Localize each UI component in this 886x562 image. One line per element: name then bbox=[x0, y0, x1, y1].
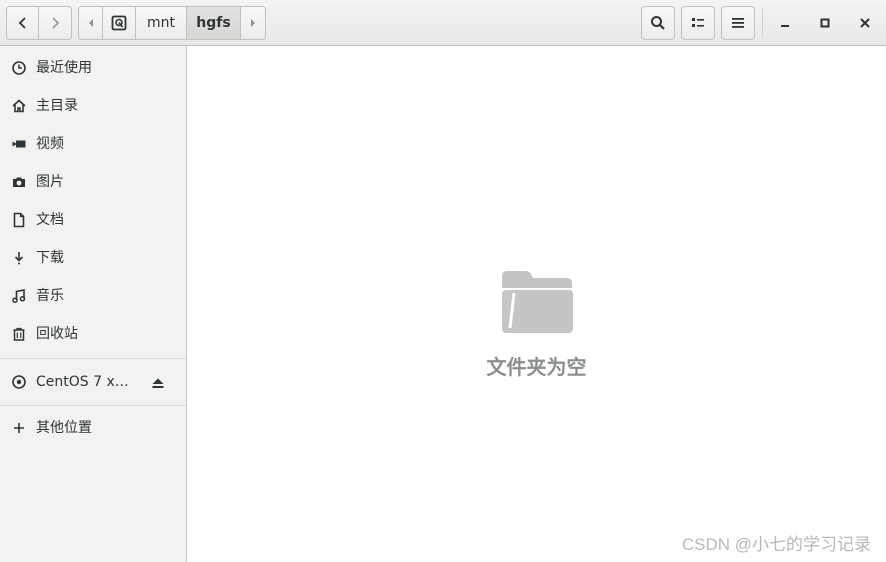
sidebar-item-videos[interactable]: 视频 bbox=[0, 125, 186, 163]
chevron-left-icon bbox=[18, 17, 26, 29]
sidebar-item-device[interactable]: CentOS 7 x… bbox=[0, 363, 186, 401]
camera-icon bbox=[11, 174, 27, 190]
search-icon bbox=[651, 16, 665, 30]
sidebar-item-other-locations[interactable]: 其他位置 bbox=[0, 409, 186, 447]
video-camera-icon bbox=[11, 136, 27, 152]
forward-button[interactable] bbox=[39, 6, 72, 40]
menu-button[interactable] bbox=[721, 6, 755, 40]
header-bar: mnt hgfs bbox=[0, 0, 886, 46]
sidebar-item-label: 其他位置 bbox=[36, 420, 92, 436]
sidebar-item-recent[interactable]: 最近使用 bbox=[0, 49, 186, 87]
path-scroll-left-button[interactable] bbox=[78, 6, 103, 40]
path-segment-hgfs[interactable]: hgfs bbox=[187, 6, 241, 40]
sidebar-item-label: 回收站 bbox=[36, 326, 78, 342]
minimize-button[interactable] bbox=[768, 6, 802, 40]
sidebar-item-pictures[interactable]: 图片 bbox=[0, 163, 186, 201]
sidebar-item-downloads[interactable]: 下载 bbox=[0, 239, 186, 277]
sidebar-item-label: 音乐 bbox=[36, 288, 64, 304]
sidebar-separator bbox=[0, 358, 186, 359]
sidebar-item-label: 文档 bbox=[36, 212, 64, 228]
file-view[interactable]: 文件夹为空 CSDN @小七的学习记录 bbox=[187, 46, 886, 562]
sidebar-item-music[interactable]: 音乐 bbox=[0, 277, 186, 315]
path-root-button[interactable] bbox=[103, 6, 136, 40]
download-icon bbox=[11, 250, 27, 266]
path-scroll-right-button[interactable] bbox=[241, 6, 266, 40]
sidebar-item-label: 图片 bbox=[36, 174, 64, 190]
view-mode-button[interactable] bbox=[681, 6, 715, 40]
sidebar-item-documents[interactable]: 文档 bbox=[0, 201, 186, 239]
sidebar-item-label: 下载 bbox=[36, 250, 64, 266]
path-bar: mnt hgfs bbox=[78, 6, 266, 40]
chevron-right-icon bbox=[52, 17, 60, 29]
drive-icon bbox=[111, 15, 127, 31]
navigation-buttons bbox=[6, 6, 72, 40]
sidebar-item-label: 主目录 bbox=[36, 98, 78, 114]
sidebar-item-trash[interactable]: 回收站 bbox=[0, 315, 186, 353]
sidebar-item-label: CentOS 7 x… bbox=[36, 374, 129, 390]
sidebar-item-label: 最近使用 bbox=[36, 60, 92, 76]
triangle-left-icon bbox=[88, 19, 93, 27]
file-manager-window: mnt hgfs 最近使用 主目录 视频 图片 文档 下载 音乐 回收站 Cen… bbox=[0, 0, 886, 562]
trash-icon bbox=[11, 326, 27, 342]
maximize-button[interactable] bbox=[808, 6, 842, 40]
plus-icon bbox=[11, 420, 27, 436]
document-icon bbox=[11, 212, 27, 228]
close-button[interactable] bbox=[848, 6, 882, 40]
music-note-icon bbox=[11, 288, 27, 304]
sidebar-item-label: 视频 bbox=[36, 136, 64, 152]
sidebar-item-home[interactable]: 主目录 bbox=[0, 87, 186, 125]
folder-icon bbox=[502, 271, 573, 333]
home-icon bbox=[11, 98, 27, 114]
optical-disc-icon bbox=[11, 374, 27, 390]
list-view-icon bbox=[692, 18, 704, 27]
empty-folder-message: 文件夹为空 bbox=[486, 355, 587, 379]
close-icon bbox=[860, 18, 870, 28]
watermark: CSDN @小七的学习记录 bbox=[681, 535, 871, 554]
triangle-right-icon bbox=[251, 19, 255, 27]
header-separator bbox=[762, 8, 763, 38]
back-button[interactable] bbox=[6, 6, 39, 40]
search-button[interactable] bbox=[641, 6, 675, 40]
eject-icon[interactable] bbox=[150, 375, 166, 389]
path-segment-mnt[interactable]: mnt bbox=[136, 6, 187, 40]
sidebar-separator bbox=[0, 405, 186, 406]
minimize-icon bbox=[781, 25, 789, 27]
sidebar: 最近使用 主目录 视频 图片 文档 下载 音乐 回收站 CentOS 7 x… … bbox=[0, 46, 187, 562]
hamburger-menu-icon bbox=[732, 18, 744, 28]
clock-icon bbox=[11, 60, 27, 76]
maximize-icon bbox=[820, 18, 830, 28]
